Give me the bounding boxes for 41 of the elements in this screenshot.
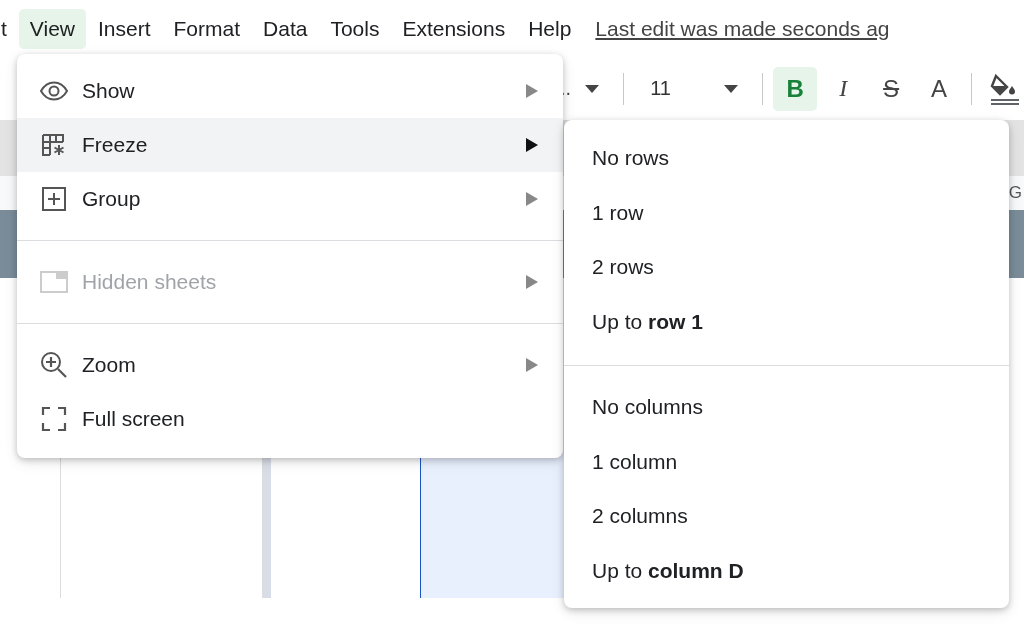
menu-option[interactable]: Up to row 1 xyxy=(564,294,1009,349)
menu-option[interactable]: Full screen xyxy=(17,392,563,446)
menu-item[interactable]: t xyxy=(0,8,18,49)
menu-item[interactable]: Data xyxy=(252,8,319,49)
menu-item[interactable]: Help xyxy=(517,8,583,49)
menu-option[interactable]: Zoom xyxy=(17,338,563,392)
menu-option[interactable]: 2 rows xyxy=(564,240,1009,295)
bold-button[interactable]: B xyxy=(773,66,818,111)
menu-option[interactable]: No rows xyxy=(564,131,1009,186)
plus-box-icon xyxy=(39,187,69,211)
menu-option[interactable]: 1 column xyxy=(564,434,1009,489)
fullscreen-icon xyxy=(39,407,69,431)
submenu-arrow-icon xyxy=(526,84,538,98)
caret-icon[interactable] xyxy=(585,84,600,93)
submenu-arrow-icon xyxy=(526,138,538,152)
menu-item[interactable]: Tools xyxy=(319,8,391,49)
italic-button[interactable]: I xyxy=(821,66,866,111)
menu-item[interactable]: Extensions xyxy=(391,8,517,49)
menu-option[interactable]: Freeze xyxy=(17,118,563,172)
menu-option[interactable]: Group xyxy=(17,172,563,226)
menu-item[interactable]: Format xyxy=(162,8,252,49)
last-edit-link[interactable]: Last edit was made seconds ag xyxy=(595,16,890,41)
color-button[interactable]: A xyxy=(917,66,962,111)
column-header: G xyxy=(1008,183,1022,203)
sheet-icon xyxy=(39,271,69,293)
menu-item[interactable]: View xyxy=(18,8,86,49)
fill-color-icon[interactable] xyxy=(990,71,1021,106)
menu-option[interactable]: No columns xyxy=(564,380,1009,435)
caret-icon[interactable] xyxy=(724,84,739,93)
eye-icon xyxy=(39,81,69,101)
menu-item[interactable]: Insert xyxy=(87,8,162,49)
menu-option[interactable]: 1 row xyxy=(564,185,1009,240)
zoom-in-icon xyxy=(39,351,69,379)
submenu-arrow-icon xyxy=(526,358,538,372)
submenu-arrow-icon xyxy=(526,192,538,206)
submenu-arrow-icon xyxy=(526,275,538,289)
menu-option[interactable]: Up to column D xyxy=(564,543,1009,598)
strike-button[interactable]: S xyxy=(869,66,914,111)
menu-option[interactable]: 2 columns xyxy=(564,489,1009,544)
menu-option[interactable]: Show xyxy=(17,64,563,118)
font-size-field[interactable]: 11 xyxy=(632,77,711,100)
